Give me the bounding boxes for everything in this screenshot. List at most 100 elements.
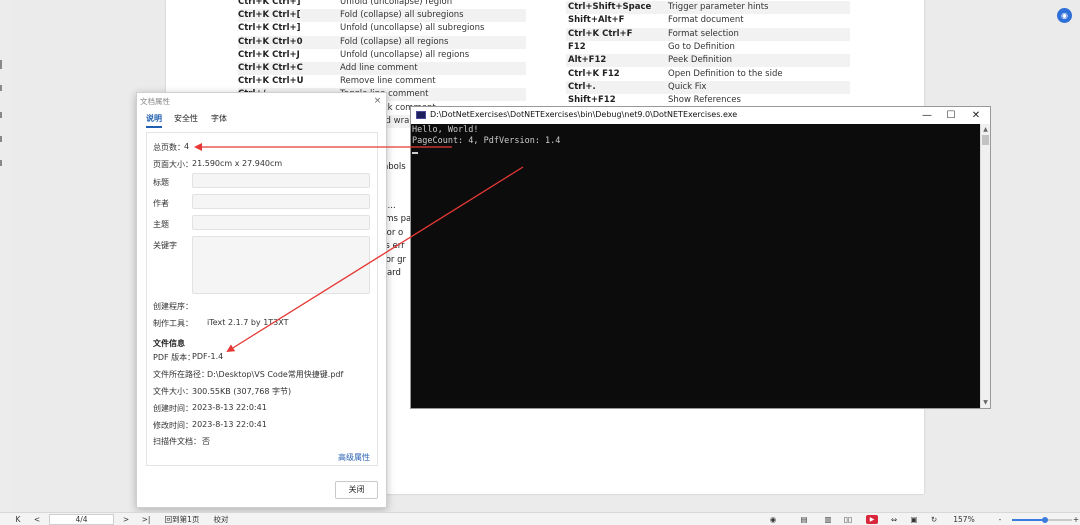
scroll-down-icon[interactable]: ▼ <box>981 398 990 407</box>
left-strip <box>0 0 10 512</box>
shortcut-description: Unfold (uncollapse) all regions <box>340 49 470 60</box>
next-page-icon[interactable]: > <box>122 514 130 525</box>
shortcut-key: Ctrl+K Ctrl+0 <box>238 36 303 47</box>
shortcut-row: Ctrl+K Ctrl+U Remove line comment <box>238 75 526 88</box>
shortcut-description: Trigger parameter hints <box>668 2 769 12</box>
shortcut-key: Ctrl+K F12 <box>568 68 620 79</box>
fit-page-icon[interactable]: ▣ <box>908 514 920 525</box>
shortcut-description: Format selection <box>668 28 739 39</box>
page-count-value: 4 <box>184 142 190 151</box>
modified-value: 2023-8-13 22:0:41 <box>192 420 267 429</box>
subject-field[interactable] <box>192 215 370 230</box>
shortcut-key: Ctrl+K Ctrl+[ <box>238 10 301 21</box>
scanned-label: 扫描件文档： <box>153 437 201 446</box>
proofread-button[interactable]: 校对 <box>212 514 230 525</box>
shortcut-row: Ctrl+K Ctrl+F Format selection <box>566 27 850 41</box>
file-path-value: D:\Desktop\VS Code常用快捷键.pdf <box>207 370 344 379</box>
console-title: D:\DotNetExercises\DotNETExercises\bin\D… <box>430 110 738 119</box>
shortcut-description: Format document <box>668 15 744 26</box>
zoom-slider-knob[interactable] <box>1042 517 1048 523</box>
producer-label: 制作工具： <box>153 319 193 328</box>
console-scrollbar[interactable]: ▲ ▼ <box>980 124 990 408</box>
title-field[interactable] <box>192 173 370 188</box>
continuous-page-icon[interactable]: ▥ <box>822 514 834 525</box>
page-number-input[interactable]: 4/4 <box>49 514 114 525</box>
console-line: Hello, World! <box>412 125 479 135</box>
creator-label: 创建程序： <box>153 302 193 311</box>
eye-icon[interactable]: ◉ <box>766 514 780 525</box>
shortcut-key: Shift+Alt+F <box>568 15 625 26</box>
shortcut-row: Shift+Alt+F Format document <box>566 14 850 27</box>
shortcut-row: Ctrl+K Ctrl+0 Fold (collapse) all regions <box>238 35 526 49</box>
shortcut-key: Ctrl+. <box>568 81 596 92</box>
shortcut-description: Quick Fix <box>668 81 707 92</box>
shortcut-key: Alt+F12 <box>568 55 607 66</box>
shortcut-row: Ctrl+. Quick Fix <box>566 80 850 94</box>
page-count-label: 总页数： <box>153 143 185 152</box>
shortcut-row: Ctrl+Shift+Space Trigger parameter hints <box>566 1 850 14</box>
tab-fonts[interactable]: 字体 <box>211 113 227 124</box>
two-page-icon[interactable]: ▯▯ <box>842 514 854 525</box>
advanced-properties-link[interactable]: 高级属性 <box>338 452 370 463</box>
zoom-level[interactable]: 157% <box>952 514 976 525</box>
shortcut-key: Ctrl+K Ctrl+] <box>238 23 301 34</box>
minimize-button[interactable]: — <box>915 108 939 123</box>
modified-label: 修改时间： <box>153 421 193 430</box>
dialog-close-icon[interactable]: × <box>372 96 383 107</box>
rotate-icon[interactable]: ↻ <box>928 514 940 525</box>
zoom-slider-fill <box>1012 519 1045 521</box>
created-value: 2023-8-13 22:0:41 <box>192 403 267 412</box>
zoom-in-icon[interactable]: + <box>1072 514 1080 525</box>
first-page-icon[interactable]: K <box>14 514 22 525</box>
page-size-value: 21.590cm x 27.940cm <box>192 159 283 168</box>
shortcut-description: Fold (collapse) all regions <box>340 36 449 47</box>
description-panel: 总页数： 4 页面大小： 21.590cm x 27.940cm 标题 作者 主… <box>146 132 378 466</box>
tab-security[interactable]: 安全性 <box>174 113 198 124</box>
pdf-version-value: PDF-1.4 <box>192 352 224 361</box>
scroll-up-icon[interactable]: ▲ <box>981 125 990 134</box>
file-size-value: 300.55KB (307,768 字节) <box>192 387 292 396</box>
shortcut-description: Fold (collapse) all subregions <box>340 10 464 21</box>
app-float-icon[interactable]: ◉ <box>1057 8 1072 23</box>
file-size-label: 文件大小： <box>153 387 193 396</box>
shortcut-key: Ctrl+K Ctrl+J <box>238 49 300 60</box>
shortcut-row: Ctrl+K Ctrl+] Unfold (uncollapse) all sub… <box>238 22 526 35</box>
single-page-icon[interactable]: ▤ <box>798 514 810 525</box>
author-field[interactable] <box>192 194 370 209</box>
window-close-button[interactable]: ✕ <box>964 108 988 123</box>
status-bar: K < 4/4 > >| 回到第1页 校对 ◉ ▤ ▥ ▯▯ ▶ ⇔ ▣ ↻ 1… <box>0 512 1080 525</box>
shortcut-key: Ctrl+K Ctrl+F <box>568 28 633 39</box>
shortcut-key: Ctrl+K Ctrl+] <box>238 0 301 7</box>
shortcut-key: Ctrl+K Ctrl+U <box>238 76 304 87</box>
scanned-value: 否 <box>202 437 210 446</box>
close-button[interactable]: 关闭 <box>335 481 378 499</box>
subject-label: 主题 <box>153 220 169 229</box>
shortcut-key: Ctrl+K Ctrl+C <box>238 63 303 73</box>
zoom-out-icon[interactable]: - <box>996 514 1004 525</box>
back-to-first-page-button[interactable]: 回到第1页 <box>164 514 200 525</box>
play-icon[interactable]: ▶ <box>866 515 878 524</box>
shortcut-row: Ctrl+K Ctrl+] Unfold (uncollapse) region <box>238 0 526 9</box>
fit-width-icon[interactable]: ⇔ <box>888 514 900 525</box>
tab-description[interactable]: 说明 <box>146 113 162 124</box>
shortcut-row: Ctrl+K Ctrl+C Add line comment <box>238 62 526 75</box>
text-cursor <box>412 152 418 154</box>
shortcut-description: Unfold (uncollapse) all subregions <box>340 23 485 34</box>
shortcut-key: F12 <box>568 41 586 52</box>
console-window: D:\DotNetExercises\DotNETExercises\bin\D… <box>410 106 991 409</box>
shortcut-description: Go to Definition <box>668 41 735 52</box>
maximize-button[interactable]: ☐ <box>939 108 963 123</box>
console-output[interactable]: Hello, World! PageCount: 4, PdfVersion: … <box>411 124 980 408</box>
keywords-field[interactable] <box>192 236 370 294</box>
shortcut-description: Peek Definition <box>668 55 733 66</box>
shortcut-row: Ctrl+K F12 Open Definition to the side <box>566 68 850 81</box>
scroll-thumb[interactable] <box>982 135 989 145</box>
last-page-icon[interactable]: >| <box>140 514 152 525</box>
shortcut-row: F12 Go to Definition <box>566 41 850 54</box>
file-path-label: 文件所在路径： <box>153 370 209 379</box>
shortcut-row: Ctrl+K Ctrl+J Unfold (uncollapse) all reg… <box>238 49 526 62</box>
zoom-slider[interactable] <box>1012 517 1072 523</box>
console-titlebar[interactable]: D:\DotNetExercises\DotNETExercises\bin\D… <box>411 107 990 124</box>
prev-page-icon[interactable]: < <box>33 514 41 525</box>
page-size-label: 页面大小： <box>153 160 193 169</box>
